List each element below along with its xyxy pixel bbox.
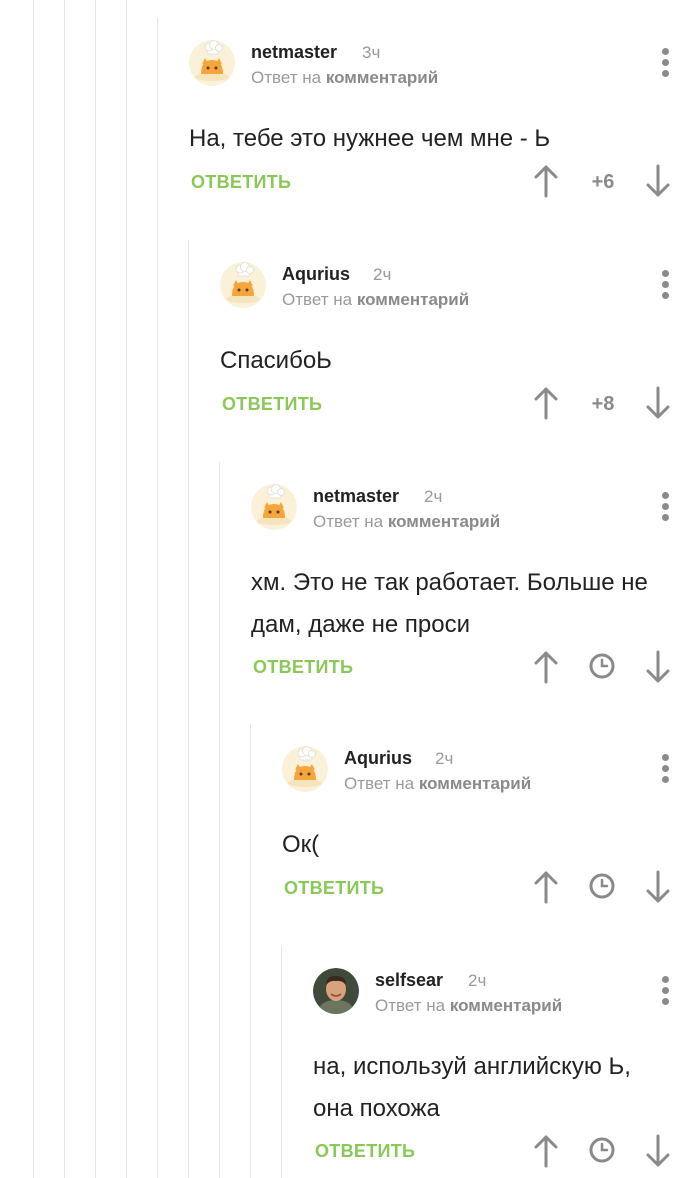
- comment-time: 3ч: [362, 43, 381, 62]
- comment-time: 2ч: [373, 265, 392, 284]
- comment-rating: +8: [591, 393, 615, 415]
- comment-time: 2ч: [435, 749, 454, 768]
- reply-button[interactable]: ОТВЕТИТЬ: [284, 878, 384, 899]
- comment-rating: +6: [591, 171, 615, 193]
- comment: selfsear 2ч Ответ на комментарий на, исп…: [313, 968, 700, 1178]
- clock-icon[interactable]: [588, 652, 616, 680]
- comment-text: хм. Это не так работает. Больше не дам, …: [251, 569, 648, 638]
- reply-to-prefix: Ответ на: [344, 774, 415, 793]
- reply-to-target[interactable]: комментарий: [326, 68, 438, 87]
- more-dots-icon[interactable]: [662, 270, 670, 302]
- comment-author[interactable]: Aqurius: [282, 264, 350, 285]
- comment: netmaster 3ч Ответ на комментарий На, те…: [189, 40, 700, 220]
- reply-to-link[interactable]: Ответ на комментарий: [251, 68, 438, 88]
- reply-to-prefix: Ответ на: [282, 290, 353, 309]
- reply-button[interactable]: ОТВЕТИТЬ: [222, 394, 322, 415]
- upvote-arrow-icon[interactable]: [533, 650, 559, 684]
- chef-cat-avatar[interactable]: [189, 40, 235, 86]
- reply-to-prefix: Ответ на: [313, 512, 384, 531]
- thread-line: [281, 946, 282, 1178]
- comment: netmaster 2ч Ответ на комментарий хм. Эт…: [251, 484, 700, 704]
- reply-to-link[interactable]: Ответ на комментарий: [344, 774, 531, 794]
- reply-to-link[interactable]: Ответ на комментарий: [282, 290, 469, 310]
- reply-to-target[interactable]: комментарий: [419, 774, 531, 793]
- comment-text: Ок(: [282, 831, 320, 858]
- comment-author[interactable]: selfsear: [375, 970, 443, 991]
- clock-icon[interactable]: [588, 872, 616, 900]
- reply-to-prefix: Ответ на: [375, 996, 446, 1015]
- reply-to-link[interactable]: Ответ на комментарий: [375, 996, 562, 1016]
- thread-line: [250, 724, 251, 1178]
- downvote-arrow-icon[interactable]: [645, 386, 671, 420]
- more-dots-icon[interactable]: [662, 48, 670, 80]
- chef-cat-avatar[interactable]: [282, 746, 328, 792]
- upvote-arrow-icon[interactable]: [533, 870, 559, 904]
- thread-line: [157, 18, 158, 1178]
- reply-to-target[interactable]: комментарий: [450, 996, 562, 1015]
- reply-to-target[interactable]: комментарий: [357, 290, 469, 309]
- comment-author[interactable]: Aqurius: [344, 748, 412, 769]
- upvote-arrow-icon[interactable]: [533, 1134, 559, 1168]
- thread-line: [188, 240, 189, 1178]
- comment-author[interactable]: netmaster: [313, 486, 399, 507]
- comment-time: 2ч: [424, 487, 443, 506]
- comment-text: На, тебе это нужнее чем мне - Ь: [189, 125, 551, 152]
- chef-cat-avatar[interactable]: [220, 262, 266, 308]
- downvote-arrow-icon[interactable]: [645, 650, 671, 684]
- reply-to-prefix: Ответ на: [251, 68, 322, 87]
- thread-line: [64, 0, 65, 1178]
- reply-button[interactable]: ОТВЕТИТЬ: [253, 657, 353, 678]
- thread-line: [219, 462, 220, 1178]
- user-photo-avatar[interactable]: [313, 968, 359, 1014]
- comment-text: на, используй английскую Ь, она похожа: [313, 1053, 631, 1122]
- upvote-arrow-icon[interactable]: [533, 386, 559, 420]
- reply-to-link[interactable]: Ответ на комментарий: [313, 512, 500, 532]
- thread-line: [33, 0, 34, 1178]
- reply-button[interactable]: ОТВЕТИТЬ: [191, 172, 291, 193]
- downvote-arrow-icon[interactable]: [645, 870, 671, 904]
- thread-line: [126, 0, 127, 1178]
- more-dots-icon[interactable]: [662, 492, 670, 524]
- more-dots-icon[interactable]: [662, 754, 670, 786]
- comment-time: 2ч: [468, 971, 487, 990]
- comment: Aqurius 2ч Ответ на комментарий СпасибоЬ…: [220, 262, 700, 442]
- more-dots-icon[interactable]: [662, 976, 670, 1008]
- reply-to-target[interactable]: комментарий: [388, 512, 500, 531]
- reply-button[interactable]: ОТВЕТИТЬ: [315, 1141, 415, 1162]
- comment-text: СпасибоЬ: [220, 347, 332, 374]
- comment: Aqurius 2ч Ответ на комментарий Ок( ОТВЕ…: [282, 746, 700, 926]
- downvote-arrow-icon[interactable]: [645, 1134, 671, 1168]
- chef-cat-avatar[interactable]: [251, 484, 297, 530]
- upvote-arrow-icon[interactable]: [533, 164, 559, 198]
- clock-icon[interactable]: [588, 1136, 616, 1164]
- thread-line: [95, 0, 96, 1178]
- comment-author[interactable]: netmaster: [251, 42, 337, 63]
- downvote-arrow-icon[interactable]: [645, 164, 671, 198]
